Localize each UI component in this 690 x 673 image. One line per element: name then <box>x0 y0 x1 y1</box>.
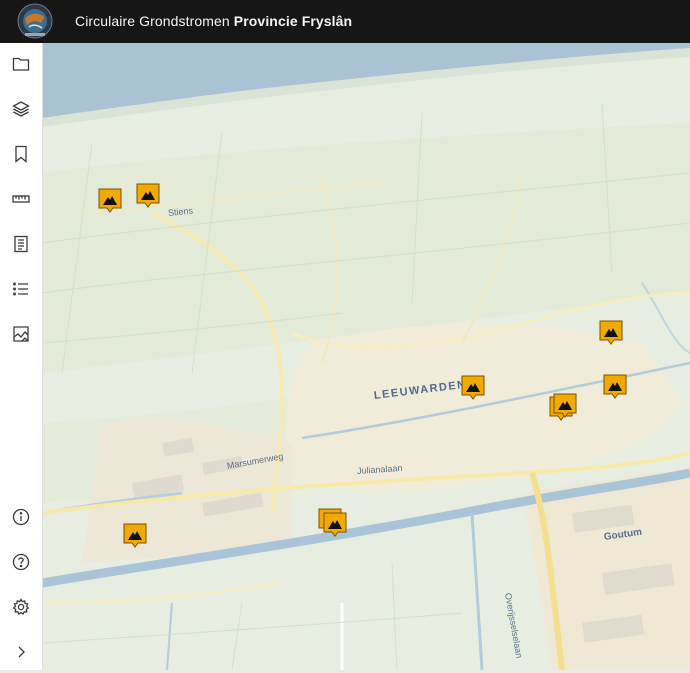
logo-globe-icon[interactable] <box>17 3 53 39</box>
location-marker[interactable] <box>553 393 577 418</box>
sidebar-item-measure[interactable] <box>0 178 42 220</box>
ruler-icon <box>12 195 30 203</box>
mountain-marker-icon <box>603 374 627 399</box>
layers-icon <box>12 101 30 117</box>
location-marker[interactable] <box>136 183 160 208</box>
map-legend-icon <box>13 326 29 342</box>
mountain-marker-icon <box>136 183 160 208</box>
sidebar-item-list[interactable] <box>0 268 42 310</box>
mountain-marker-icon <box>599 320 623 345</box>
sidebar-item-report[interactable] <box>0 223 42 265</box>
expand-chevron-icon <box>18 646 25 658</box>
sidebar-item-help[interactable] <box>0 541 42 583</box>
location-marker[interactable] <box>599 320 623 345</box>
sidebar <box>0 43 43 670</box>
mountain-marker-icon <box>553 393 577 418</box>
sidebar-item-settings[interactable] <box>0 586 42 628</box>
sidebar-item-layers[interactable] <box>0 88 42 130</box>
sidebar-expand-button[interactable] <box>0 631 42 673</box>
title-prefix: Circulaire Grondstromen <box>75 13 234 29</box>
mountain-marker-icon <box>323 512 347 537</box>
folder-icon <box>12 57 30 71</box>
location-marker[interactable] <box>603 374 627 399</box>
settings-icon <box>12 598 30 615</box>
location-marker[interactable] <box>461 375 485 400</box>
title-strong: Provincie Fryslân <box>233 13 353 29</box>
location-marker[interactable] <box>123 523 147 548</box>
location-marker[interactable] <box>98 188 122 213</box>
info-icon <box>12 508 30 526</box>
location-marker[interactable] <box>323 512 347 537</box>
mountain-marker-icon <box>98 188 122 213</box>
mountain-marker-icon <box>461 375 485 400</box>
list-icon <box>13 282 28 296</box>
page-title: Circulaire Grondstromen Provincie Fryslâ… <box>75 13 352 29</box>
report-icon <box>14 235 28 253</box>
app-header: Circulaire Grondstromen Provincie Fryslâ… <box>0 0 690 43</box>
bookmark-icon <box>15 145 27 163</box>
sidebar-item-folder[interactable] <box>0 43 42 85</box>
basemap <box>42 43 690 670</box>
map-view[interactable]: LEEUWARDEN Julianalaan Overijsselselaan … <box>42 43 690 670</box>
sidebar-item-info[interactable] <box>0 496 42 538</box>
help-icon <box>12 553 30 571</box>
mountain-marker-icon <box>123 523 147 548</box>
sidebar-item-bookmark[interactable] <box>0 133 42 175</box>
sidebar-item-legend[interactable] <box>0 313 42 355</box>
